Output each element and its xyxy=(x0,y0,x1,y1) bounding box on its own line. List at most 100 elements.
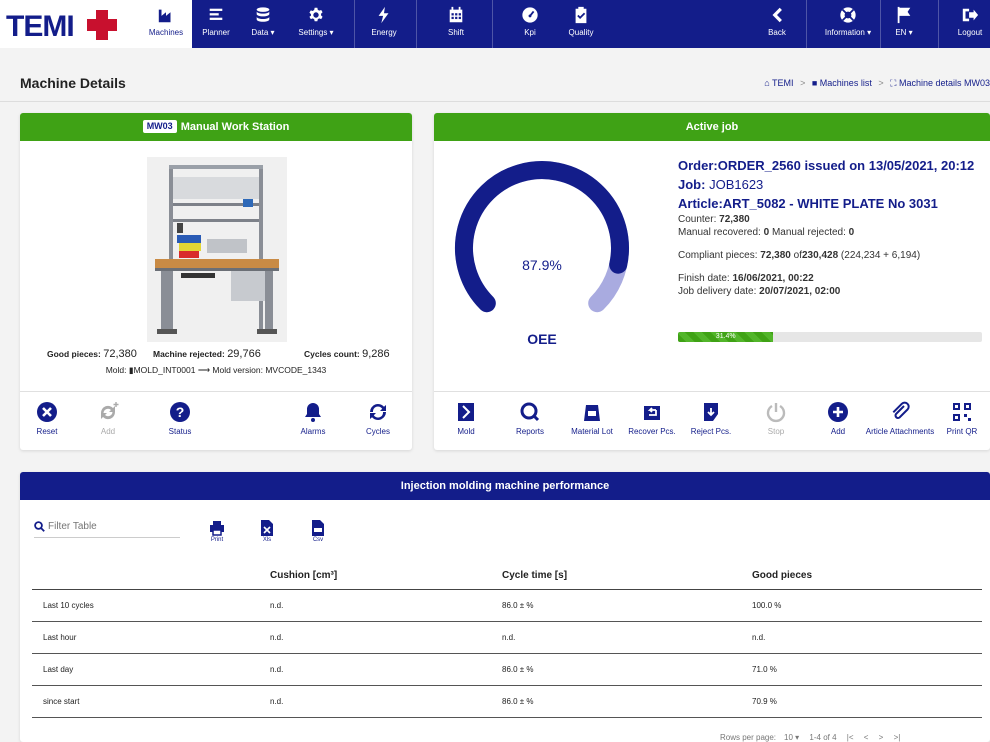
temi-logo[interactable]: TEMI xyxy=(0,0,140,48)
alarms-button[interactable]: Alarms xyxy=(293,401,333,436)
column-header-good-pieces[interactable]: Good pieces xyxy=(752,562,982,590)
next-page-button[interactable]: > xyxy=(879,733,884,742)
filter-input[interactable] xyxy=(48,521,178,532)
reports-button[interactable]: Reports xyxy=(508,401,552,436)
counter-line: Counter: 72,380 xyxy=(678,213,990,226)
recover-pieces-label: Recover Pcs. xyxy=(628,427,676,436)
xls-export-button[interactable]: Xls xyxy=(254,520,280,543)
mold-value: MOLD_INT0001 xyxy=(133,365,196,375)
nav-planner[interactable]: Planner xyxy=(196,0,236,48)
job-value: JOB1623 xyxy=(709,177,764,192)
list-icon xyxy=(196,0,236,28)
row-period: Last day xyxy=(32,653,270,686)
column-header-cushion[interactable]: Cushion [cm³] xyxy=(270,562,502,590)
status-button[interactable]: ? Status xyxy=(160,401,200,436)
row-cushion: n.d. xyxy=(270,589,502,622)
table-row: Last hour n.d. n.d. n.d. xyxy=(32,621,982,654)
printer-icon xyxy=(210,521,224,536)
nav-quality[interactable]: Quality xyxy=(558,0,604,48)
excel-file-icon xyxy=(261,520,273,536)
add-label: Add xyxy=(100,427,116,436)
nav-language[interactable]: EN ▾ xyxy=(884,0,924,48)
nav-shift[interactable]: Shift xyxy=(434,0,478,48)
csv-export-button[interactable]: Csv xyxy=(305,520,331,543)
row-cushion: n.d. xyxy=(270,653,502,686)
nav-separator xyxy=(492,0,493,48)
nav-separator xyxy=(806,0,807,48)
article-attachments-button[interactable]: Article Attachments xyxy=(862,401,938,436)
machine-name: Manual Work Station xyxy=(180,121,290,133)
lifebuoy-icon xyxy=(820,0,876,28)
stop-button[interactable]: Stop xyxy=(756,401,796,436)
table-row: Last 10 cycles n.d. 86.0 ± % 100.0 % xyxy=(32,589,982,622)
machine-image xyxy=(147,157,287,342)
nav-kpi[interactable]: Kpi xyxy=(510,0,550,48)
svg-text:?: ? xyxy=(176,404,185,420)
reports-label: Reports xyxy=(515,427,544,436)
good-pieces-label: Good pieces: xyxy=(47,349,101,359)
add-job-button[interactable]: Add xyxy=(818,401,858,436)
performance-card: Injection molding machine performance Pr… xyxy=(20,472,990,742)
compliant-value: 72,380 xyxy=(760,250,791,261)
mold-icon xyxy=(446,401,486,425)
oee-value: 87.9% xyxy=(522,257,562,273)
mold-info: Mold: ▮MOLD_INT0001 ⟶ Mold version: MVCO… xyxy=(20,365,412,376)
cycles-button[interactable]: Cycles xyxy=(358,401,398,436)
job-progress-fill: 31.4% xyxy=(678,332,774,342)
print-export-button[interactable]: Print xyxy=(204,520,230,543)
column-header-cycle-time[interactable]: Cycle time [s] xyxy=(502,562,752,590)
nav-energy[interactable]: Energy xyxy=(362,0,406,48)
delivery-date-label: Job delivery date: xyxy=(678,286,757,297)
last-page-button[interactable]: >| xyxy=(894,733,901,742)
material-bag-icon xyxy=(564,401,620,425)
row-cycle-time: 86.0 ± % xyxy=(502,653,752,686)
card-divider xyxy=(434,391,990,392)
finish-date-label: Finish date: xyxy=(678,273,730,284)
mold-button[interactable]: Mold xyxy=(446,401,486,436)
flag-icon xyxy=(884,0,924,28)
oee-gauge: 87.9% OEE xyxy=(452,153,632,353)
row-good-pieces: 100.0 % xyxy=(752,589,982,622)
print-qr-button[interactable]: Print QR xyxy=(940,401,984,436)
speedometer-icon xyxy=(510,0,550,28)
active-job-card: Active job 87.9% OEE Order:ORDER_2560 is… xyxy=(434,113,990,450)
table-header-row: Cushion [cm³] Cycle time [s] Good pieces xyxy=(32,562,982,590)
breadcrumb-separator: > xyxy=(800,78,806,88)
machine-rejected-label: Machine rejected: xyxy=(153,349,225,359)
job-article: Article:ART_5082 - WHITE PLATE No 3031 xyxy=(678,196,938,211)
reject-pieces-button[interactable]: Reject Pcs. xyxy=(686,401,736,436)
prev-page-button[interactable]: < xyxy=(864,733,869,742)
gear-icon xyxy=(290,0,342,28)
cycles-label: Cycles xyxy=(365,427,390,436)
nav-logout[interactable]: Logout xyxy=(950,0,990,48)
refresh-icon xyxy=(358,401,398,425)
nav-separator xyxy=(416,0,417,48)
machine-card: MW03 Manual Work Station Good pieces: 72… xyxy=(20,113,412,450)
breadcrumb-machines-list[interactable]: Machines list xyxy=(820,78,872,88)
nav-data[interactable]: Data ▾ xyxy=(240,0,286,48)
first-page-button[interactable]: |< xyxy=(847,733,854,742)
row-cycle-time: 86.0 ± % xyxy=(502,685,752,718)
nav-separator xyxy=(354,0,355,48)
recover-pieces-button[interactable]: Recover Pcs. xyxy=(624,401,680,436)
row-cushion: n.d. xyxy=(270,621,502,654)
compliant-label: Compliant pieces: xyxy=(678,250,758,261)
nav-settings[interactable]: Settings ▾ xyxy=(290,0,342,48)
nav-machines[interactable]: Machines xyxy=(140,0,192,48)
nav-information[interactable]: Information ▾ xyxy=(820,0,876,48)
column-header-period[interactable] xyxy=(32,562,270,590)
breadcrumb-home[interactable]: TEMI xyxy=(772,78,794,88)
nav-back[interactable]: Back xyxy=(760,0,794,48)
row-good-pieces: 70.9 % xyxy=(752,685,982,718)
performance-header: Injection molding machine performance xyxy=(20,472,990,500)
material-lot-button[interactable]: Material Lot xyxy=(564,401,620,436)
row-period: Last hour xyxy=(32,621,270,654)
status-label: Status xyxy=(168,427,192,436)
rows-per-page-select[interactable]: 10 ▾ xyxy=(784,733,799,742)
table-pagination: Rows per page: 10 ▾ 1-4 of 4 |< < > >| xyxy=(720,733,908,742)
row-period: Last 10 cycles xyxy=(32,589,270,622)
mold-version-value: MVCODE_1343 xyxy=(265,365,327,375)
reset-button[interactable]: Reset xyxy=(27,401,67,436)
add-machine-button[interactable]: Add xyxy=(88,401,128,436)
arrow-right-icon: ⟶ xyxy=(197,365,211,375)
